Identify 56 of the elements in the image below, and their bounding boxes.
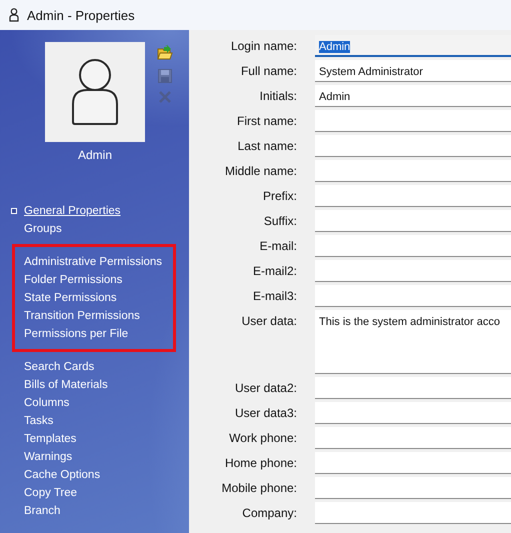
field-label: First name: — [236, 113, 297, 130]
sidebar-item[interactable]: Folder Permissions — [24, 274, 122, 286]
bullet-icon — [11, 208, 17, 214]
input-field[interactable] — [315, 402, 511, 424]
input-field[interactable] — [315, 427, 511, 449]
text-area[interactable]: This is the system administrator acco — [315, 310, 511, 374]
field-label: E-mail3: — [252, 288, 297, 305]
field-label: Full name: — [240, 63, 297, 80]
field-label: Work phone: — [228, 430, 297, 447]
sidebar-item[interactable]: Groups — [24, 223, 62, 235]
field-label: Middle name: — [224, 163, 297, 180]
user-icon — [9, 8, 19, 22]
field-label: Home phone: — [224, 455, 297, 472]
input-field[interactable] — [315, 185, 511, 207]
sidebar-item[interactable]: Cache Options — [24, 469, 100, 481]
folder-arrow-icon[interactable] — [157, 45, 173, 61]
input-field[interactable] — [315, 377, 511, 399]
input-field[interactable] — [315, 260, 511, 282]
sidebar-item[interactable]: Bills of Materials — [24, 379, 108, 391]
sidebar-item[interactable]: Administrative Permissions — [24, 256, 162, 268]
field-label: Suffix: — [262, 213, 297, 230]
sidebar-item[interactable]: Permissions per File — [24, 328, 128, 340]
input-field[interactable]: Admin — [315, 85, 511, 107]
input-field[interactable] — [315, 477, 511, 499]
sidebar-item[interactable]: Templates — [24, 433, 76, 445]
field-label: Initials: — [258, 88, 297, 105]
field-label: Last name: — [236, 138, 297, 155]
input-field[interactable] — [315, 285, 511, 307]
input-field[interactable]: System Administrator — [315, 60, 511, 82]
input-field[interactable] — [315, 452, 511, 474]
field-label: Login name: — [230, 38, 297, 55]
sidebar-item[interactable]: Warnings — [24, 451, 72, 463]
sidebar-item[interactable]: General Properties — [24, 205, 121, 217]
sidebar-item[interactable]: State Permissions — [24, 292, 117, 304]
input-field[interactable] — [315, 135, 511, 157]
profile-name: Admin — [78, 148, 112, 162]
sidebar-item[interactable]: Branch — [24, 505, 60, 517]
field-label: E-mail: — [258, 238, 297, 255]
input-field[interactable] — [315, 210, 511, 232]
input-field[interactable] — [315, 502, 511, 524]
window-title: Admin - Properties — [27, 8, 135, 22]
sidebar-item[interactable]: Transition Permissions — [24, 310, 140, 322]
sidebar-item[interactable]: Columns — [24, 397, 70, 409]
input-field[interactable] — [315, 110, 511, 132]
field-label: Prefix: — [262, 188, 297, 205]
sidebar-item[interactable]: Search Cards — [24, 361, 94, 373]
field-label: Mobile phone: — [220, 480, 297, 497]
field-label: User data3: — [234, 405, 297, 422]
field-label: Company: — [241, 505, 297, 522]
sidebar-item[interactable]: Tasks — [24, 415, 54, 427]
input-field[interactable] — [315, 160, 511, 182]
field-label: E-mail2: — [252, 263, 297, 280]
field-label: User data2: — [234, 380, 297, 397]
input-field[interactable] — [315, 235, 511, 257]
sidebar-item[interactable]: Copy Tree — [24, 487, 78, 499]
field-label: User data: — [240, 313, 297, 330]
